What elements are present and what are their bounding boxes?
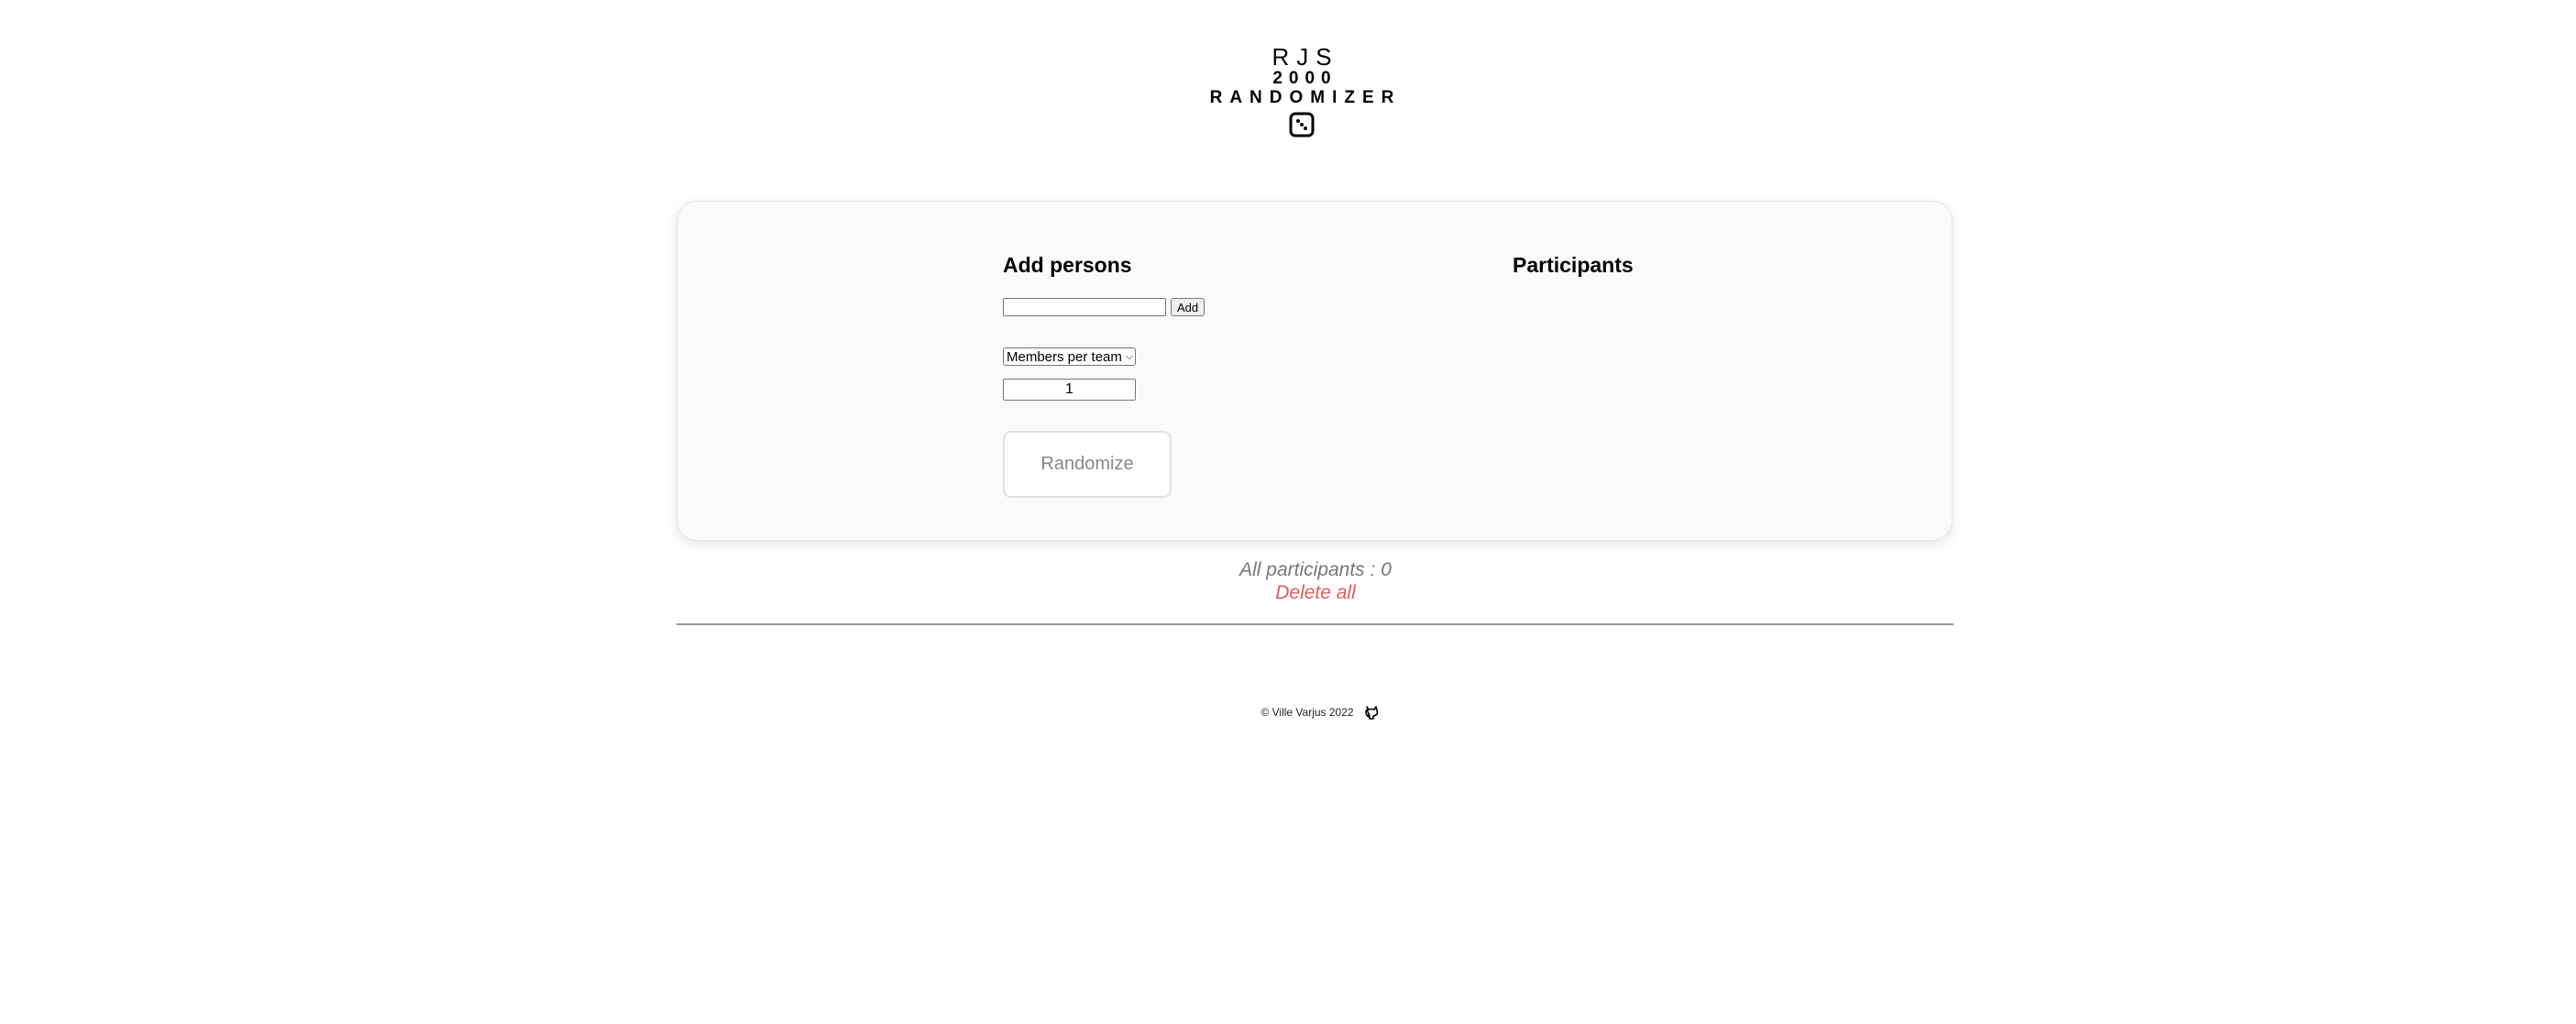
team-count-input[interactable]: 1	[1003, 379, 1136, 401]
divider	[677, 623, 1954, 625]
logo-title: RJS	[1271, 43, 1339, 71]
add-persons-heading: Add persons	[1003, 253, 1132, 277]
footer: © Ville Varjus 2022	[1247, 704, 1393, 721]
add-button[interactable]: Add	[1171, 298, 1205, 316]
github-icon[interactable]	[1363, 704, 1380, 721]
copyright-text: © Ville Varjus 2022	[1260, 706, 1354, 719]
page: RJS 2000 RANDOMIZER Add persons Add Memb…	[0, 0, 2576, 1024]
person-name-input[interactable]	[1003, 298, 1166, 316]
randomize-button[interactable]: Randomize	[1003, 431, 1172, 498]
add-persons-panel: Add persons Add Members per team ⌵ 1 Ran…	[1003, 252, 1205, 498]
all-participants-count: All participants : 0	[1239, 559, 1392, 580]
delete-all-link[interactable]: Delete all	[1105, 581, 1526, 604]
team-mode-select[interactable]: Members per team ⌵	[1003, 347, 1137, 366]
participants-heading: Participants	[1513, 253, 1634, 277]
logo-subtitle: RANDOMIZER	[1209, 88, 1402, 107]
add-person-row: Add	[1003, 298, 1205, 316]
main-card: Add persons Add Members per team ⌵ 1 Ran…	[677, 201, 1953, 541]
team-mode-select-value: Members per team	[1007, 348, 1122, 365]
logo-year: 2000	[1272, 69, 1338, 88]
app-logo: RJS 2000 RANDOMIZER	[1196, 44, 1407, 138]
dice-icon	[1289, 112, 1315, 138]
chevron-down-icon: ⌵	[1125, 350, 1134, 362]
participants-panel: Participants	[1513, 252, 1634, 278]
participants-summary: All participants : 0 Delete all	[1105, 558, 1526, 604]
